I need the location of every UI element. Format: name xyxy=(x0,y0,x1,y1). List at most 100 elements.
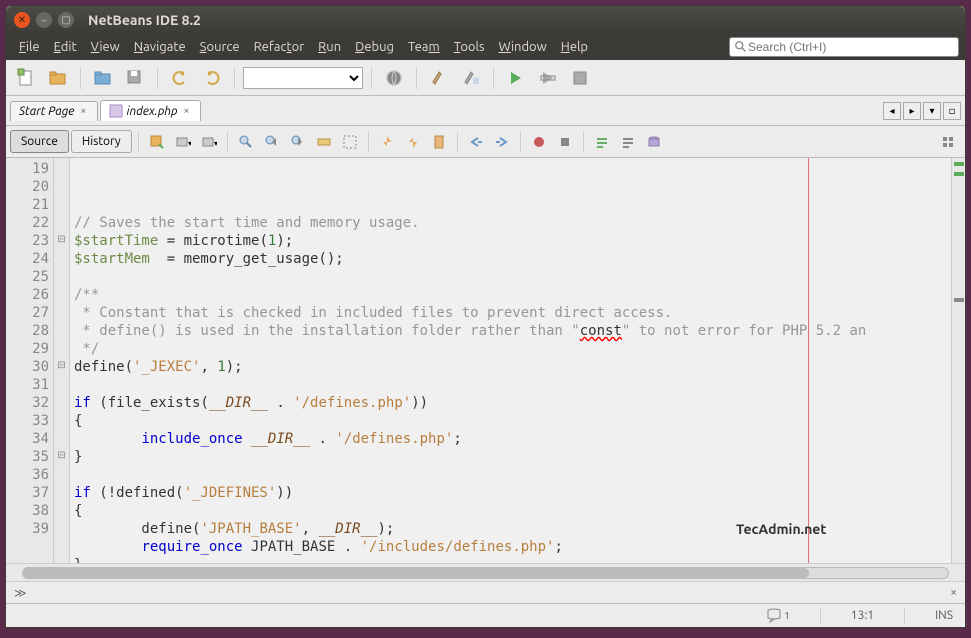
forward-button[interactable]: ▾ xyxy=(197,130,221,154)
separator xyxy=(457,132,458,152)
new-project-button[interactable] xyxy=(44,64,72,92)
tab-label: index.php xyxy=(127,105,178,118)
toggle-highlight-button[interactable] xyxy=(312,130,336,154)
menu-help[interactable]: Help xyxy=(554,37,595,57)
comment-button[interactable] xyxy=(590,130,614,154)
window-title: NetBeans IDE 8.2 xyxy=(88,12,201,28)
stripe-mark[interactable] xyxy=(954,162,964,166)
scrollbar-thumb[interactable] xyxy=(23,568,809,578)
separator xyxy=(371,67,372,89)
go-to-type-button[interactable] xyxy=(642,130,666,154)
find-selection-button[interactable] xyxy=(234,130,258,154)
new-file-button[interactable] xyxy=(12,64,40,92)
browser-button[interactable] xyxy=(380,64,408,92)
separator xyxy=(80,67,81,89)
separator xyxy=(138,132,139,152)
menu-navigate[interactable]: Navigate xyxy=(127,37,193,57)
undo-button[interactable] xyxy=(166,64,194,92)
toggle-rectangular-button[interactable] xyxy=(338,130,362,154)
search-box[interactable] xyxy=(729,37,959,57)
breadcrumb-arrow[interactable]: ≫ xyxy=(14,586,27,600)
prev-bookmark-button[interactable] xyxy=(375,130,399,154)
separator xyxy=(416,67,417,89)
menu-refactor[interactable]: Refactor xyxy=(247,37,312,57)
minimize-button[interactable]: – xyxy=(36,12,52,28)
source-tab[interactable]: Source xyxy=(10,130,69,153)
error-stripe[interactable] xyxy=(951,158,965,563)
toggle-bookmark-button[interactable] xyxy=(427,130,451,154)
profiler-button[interactable] xyxy=(566,64,594,92)
back-button[interactable]: ▾ xyxy=(171,130,195,154)
shift-left-button[interactable] xyxy=(464,130,488,154)
find-prev-button[interactable] xyxy=(260,130,284,154)
close-button[interactable]: ✕ xyxy=(14,12,30,28)
margin-line xyxy=(808,158,809,563)
insert-mode[interactable]: INS xyxy=(935,609,953,622)
history-tab[interactable]: History xyxy=(71,130,132,153)
tab-label: Start Page xyxy=(19,105,74,118)
stop-macro-button[interactable] xyxy=(553,130,577,154)
titlebar: ✕ – ▢ NetBeans IDE 8.2 xyxy=(6,6,965,34)
main-toolbar xyxy=(6,60,965,96)
tab-nav: ◂ ▸ ▾ ▫ xyxy=(883,102,961,120)
search-icon xyxy=(734,40,748,54)
build-button[interactable] xyxy=(425,64,453,92)
find-next-button[interactable] xyxy=(286,130,310,154)
php-file-icon xyxy=(109,104,123,118)
menu-file[interactable]: File xyxy=(12,37,47,57)
code-editor[interactable]: // Saves the start time and memory usage… xyxy=(70,158,951,563)
editor-menu-button[interactable] xyxy=(937,130,961,154)
cursor-position[interactable]: 13:1 xyxy=(851,609,874,622)
separator xyxy=(227,132,228,152)
redo-button[interactable] xyxy=(198,64,226,92)
scrollbar-track[interactable] xyxy=(22,567,949,579)
tab-prev-button[interactable]: ◂ xyxy=(883,102,901,120)
separator xyxy=(368,132,369,152)
maximize-button[interactable]: ▢ xyxy=(58,12,74,28)
next-bookmark-button[interactable] xyxy=(401,130,425,154)
stripe-mark[interactable] xyxy=(954,172,964,176)
separator xyxy=(493,67,494,89)
tab-maximize-button[interactable]: ▫ xyxy=(943,102,961,120)
tab-close-icon[interactable]: × xyxy=(181,105,191,117)
app-window: ✕ – ▢ NetBeans IDE 8.2 File Edit View Na… xyxy=(5,5,966,628)
menu-window[interactable]: Window xyxy=(492,37,554,57)
run-button[interactable] xyxy=(502,64,530,92)
start-macro-button[interactable] xyxy=(527,130,551,154)
breadcrumb-close-icon[interactable]: × xyxy=(950,586,957,599)
search-input[interactable] xyxy=(748,40,954,54)
editor-toolbar: Source History ▾ ▾ xyxy=(6,126,965,158)
separator xyxy=(234,67,235,89)
menu-run[interactable]: Run xyxy=(311,37,348,57)
menubar: File Edit View Navigate Source Refactor … xyxy=(6,34,965,60)
clean-build-button[interactable] xyxy=(457,64,485,92)
menu-source[interactable]: Source xyxy=(193,37,247,57)
notification-icon[interactable]: 1 xyxy=(766,608,790,624)
menu-edit[interactable]: Edit xyxy=(47,37,84,57)
separator xyxy=(904,608,905,624)
uncomment-button[interactable] xyxy=(616,130,640,154)
config-select[interactable] xyxy=(243,67,363,89)
debug-button[interactable] xyxy=(534,64,562,92)
tab-close-icon[interactable]: × xyxy=(78,105,88,117)
shift-right-button[interactable] xyxy=(490,130,514,154)
menu-debug[interactable]: Debug xyxy=(348,37,401,57)
tab-start-page[interactable]: Start Page × xyxy=(10,101,98,121)
fold-column[interactable]: ⊟⊟⊟ xyxy=(54,158,70,563)
tab-list-button[interactable]: ▾ xyxy=(923,102,941,120)
line-number-gutter[interactable]: 1920212223242526272829303132333435363738… xyxy=(6,158,54,563)
menu-view[interactable]: View xyxy=(84,37,127,57)
separator xyxy=(583,132,584,152)
tab-next-button[interactable]: ▸ xyxy=(903,102,921,120)
separator xyxy=(820,608,821,624)
open-project-button[interactable] xyxy=(89,64,117,92)
tab-index-php[interactable]: index.php × xyxy=(100,100,201,121)
stripe-mark[interactable] xyxy=(954,298,964,302)
menu-tools[interactable]: Tools xyxy=(447,37,492,57)
separator xyxy=(520,132,521,152)
horizontal-scrollbar[interactable] xyxy=(6,563,965,581)
last-edit-button[interactable] xyxy=(145,130,169,154)
menu-team[interactable]: Team xyxy=(401,37,447,57)
editor-area: 1920212223242526272829303132333435363738… xyxy=(6,158,965,563)
save-all-button[interactable] xyxy=(121,64,149,92)
